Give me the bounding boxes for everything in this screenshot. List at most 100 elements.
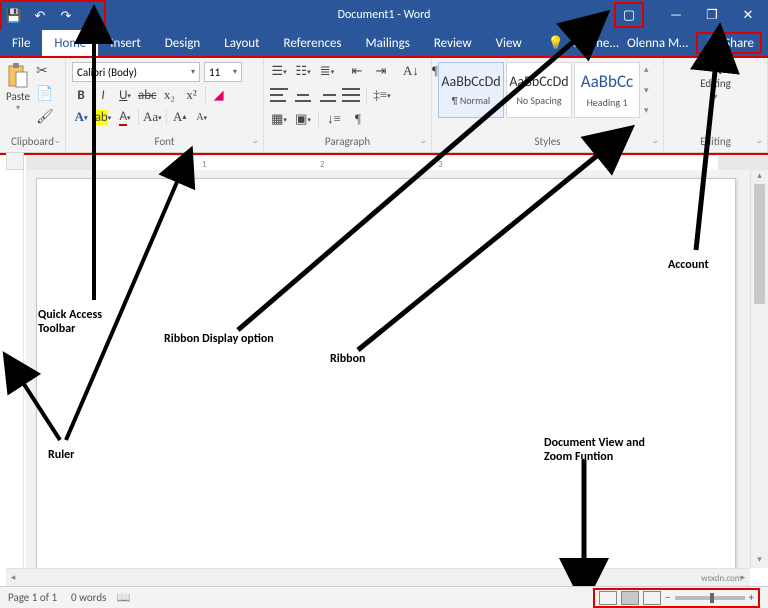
bullets-button[interactable]: ☰▾ bbox=[270, 62, 288, 80]
tab-home[interactable]: Home bbox=[42, 30, 98, 56]
vertical-ruler[interactable] bbox=[6, 170, 24, 568]
qat-more-icon[interactable]: ▾ bbox=[84, 8, 100, 24]
font-size-combo[interactable]: 11▾ bbox=[204, 62, 242, 82]
ribbon-container: Paste ▾ ✂ 📄 🖌 Clipboard Calibri (Body)▾ … bbox=[0, 56, 768, 155]
undo-icon[interactable]: ↶ bbox=[32, 8, 48, 24]
quick-access-toolbar: 💾 ↶ ↷ ▾ bbox=[0, 0, 106, 30]
tab-file[interactable]: File bbox=[0, 30, 42, 56]
document-page[interactable] bbox=[36, 178, 736, 568]
account-name[interactable]: Olenna M… bbox=[627, 36, 688, 51]
group-label-font: Font bbox=[66, 133, 263, 152]
subscript-button[interactable]: x₂ bbox=[161, 86, 179, 104]
scroll-thumb-v[interactable] bbox=[754, 184, 765, 304]
styles-scroll-up-icon[interactable]: ▴ bbox=[644, 64, 649, 75]
tab-layout[interactable]: Layout bbox=[212, 30, 271, 56]
shrink-font-button[interactable]: A▾ bbox=[193, 108, 211, 126]
scroll-left-icon[interactable]: ◂ bbox=[6, 569, 20, 586]
read-mode-button[interactable] bbox=[599, 591, 617, 605]
highlight-button[interactable]: ab▾ bbox=[94, 108, 112, 126]
tab-review[interactable]: Review bbox=[422, 30, 484, 56]
zoom-in-button[interactable]: + bbox=[749, 591, 754, 604]
scroll-down-icon[interactable]: ▾ bbox=[751, 554, 768, 568]
watermark-text: wsxdn.com bbox=[701, 573, 742, 584]
justify-button[interactable] bbox=[342, 88, 360, 102]
restore-icon[interactable]: ❐ bbox=[704, 7, 720, 23]
underline-button[interactable]: U▾ bbox=[116, 86, 134, 104]
style-heading-1[interactable]: AaBbCc Heading 1 bbox=[574, 62, 640, 118]
text-effects-button[interactable]: A▾ bbox=[72, 108, 90, 126]
group-label-paragraph: Paragraph bbox=[264, 133, 431, 152]
cut-icon[interactable]: ✂ bbox=[36, 62, 54, 79]
tab-view[interactable]: View bbox=[484, 30, 534, 56]
italic-button[interactable]: I bbox=[94, 86, 112, 104]
share-label: Share bbox=[724, 36, 754, 51]
find-icon: 🔍 bbox=[709, 62, 723, 75]
paste-label: Paste bbox=[6, 90, 30, 103]
share-button[interactable]: 👤 Share bbox=[696, 32, 762, 54]
decrease-indent-button[interactable]: ⇤ bbox=[348, 62, 366, 80]
close-icon[interactable]: ✕ bbox=[740, 7, 756, 23]
strikethrough-button[interactable]: abc bbox=[138, 86, 157, 104]
scroll-up-icon[interactable]: ▴ bbox=[751, 170, 768, 184]
styles-scroll-down-icon[interactable]: ▾ bbox=[644, 85, 649, 96]
share-icon: 👤 bbox=[704, 35, 720, 51]
change-case-button[interactable]: Aa▾ bbox=[143, 108, 162, 126]
editing-button[interactable]: 🔍 Editing ▾ bbox=[700, 62, 731, 102]
grow-font-button[interactable]: A▴ bbox=[171, 108, 189, 126]
tell-me-icon[interactable]: 💡 bbox=[548, 35, 564, 51]
superscript-button[interactable]: x² bbox=[183, 86, 201, 104]
pilcrow-button[interactable]: ¶ bbox=[349, 110, 367, 128]
view-zoom-controls: − + bbox=[593, 588, 760, 608]
document-area[interactable] bbox=[26, 170, 750, 568]
bold-button[interactable]: B bbox=[72, 86, 90, 104]
save-icon[interactable]: 💾 bbox=[6, 8, 22, 24]
shading-button[interactable]: ▦▾ bbox=[270, 110, 288, 128]
style-no-spacing[interactable]: AaBbCcDd No Spacing bbox=[506, 62, 572, 118]
status-words[interactable]: 0 words bbox=[71, 591, 106, 604]
tab-selector-button[interactable] bbox=[6, 152, 24, 170]
tab-references[interactable]: References bbox=[272, 30, 354, 56]
print-layout-button[interactable] bbox=[621, 591, 639, 605]
zoom-out-button[interactable]: − bbox=[665, 591, 670, 604]
borders-button[interactable]: ▣▾ bbox=[294, 110, 312, 128]
tell-me-text[interactable]: Tell me... bbox=[572, 36, 619, 51]
tab-insert[interactable]: Insert bbox=[98, 30, 153, 56]
vertical-scrollbar[interactable]: ▴ ▾ bbox=[750, 170, 768, 568]
zoom-slider[interactable] bbox=[675, 596, 745, 600]
styles-expand-icon[interactable]: ▾ bbox=[644, 105, 649, 116]
align-center-button[interactable] bbox=[294, 88, 312, 102]
group-styles: AaBbCcDd ¶ Normal AaBbCcDd No Spacing Aa… bbox=[432, 58, 664, 152]
clear-formatting-icon[interactable]: ◢ bbox=[210, 86, 228, 104]
tab-mailings[interactable]: Mailings bbox=[354, 30, 422, 56]
window-controls: ▢ — ❐ ✕ bbox=[602, 2, 768, 28]
increase-indent-button[interactable]: ⇥ bbox=[372, 62, 390, 80]
proofing-icon[interactable]: 📖 bbox=[116, 591, 130, 604]
horizontal-scrollbar[interactable]: ◂ ▸ bbox=[6, 568, 750, 586]
copy-icon[interactable]: 📄 bbox=[36, 85, 54, 102]
web-layout-button[interactable] bbox=[643, 591, 661, 605]
style-normal[interactable]: AaBbCcDd ¶ Normal bbox=[438, 62, 504, 118]
align-right-button[interactable] bbox=[318, 88, 336, 102]
line-spacing-button[interactable]: ‡≡▾ bbox=[373, 86, 391, 104]
font-name-combo[interactable]: Calibri (Body)▾ bbox=[72, 62, 200, 82]
align-left-button[interactable] bbox=[270, 88, 288, 102]
paste-button[interactable]: Paste ▾ bbox=[6, 62, 30, 113]
group-label-editing: Editing bbox=[664, 133, 767, 152]
sort-button-2[interactable]: ↓≡ bbox=[325, 110, 343, 128]
group-clipboard: Paste ▾ ✂ 📄 🖌 Clipboard bbox=[0, 58, 66, 152]
ribbon-tabs: File Home Insert Design Layout Reference… bbox=[0, 30, 768, 56]
font-color-button[interactable]: A▾ bbox=[116, 108, 134, 126]
status-page[interactable]: Page 1 of 1 bbox=[8, 591, 57, 604]
status-bar: Page 1 of 1 0 words 📖 − + bbox=[0, 586, 768, 608]
sort-button[interactable]: A↓ bbox=[402, 62, 420, 80]
format-painter-icon[interactable]: 🖌 bbox=[36, 108, 54, 125]
ribbon-display-options-button[interactable]: ▢ bbox=[614, 2, 644, 28]
tab-design[interactable]: Design bbox=[153, 30, 212, 56]
numbering-button[interactable]: ☷▾ bbox=[294, 62, 312, 80]
redo-icon[interactable]: ↷ bbox=[58, 8, 74, 24]
title-bar: 💾 ↶ ↷ ▾ Document1 - Word ▢ — ❐ ✕ bbox=[0, 0, 768, 30]
group-label-styles: Styles bbox=[432, 133, 663, 152]
minimize-icon[interactable]: — bbox=[668, 7, 684, 23]
multilevel-list-button[interactable]: ≣▾ bbox=[318, 62, 336, 80]
styles-gallery[interactable]: AaBbCcDd ¶ Normal AaBbCcDd No Spacing Aa… bbox=[438, 62, 649, 118]
